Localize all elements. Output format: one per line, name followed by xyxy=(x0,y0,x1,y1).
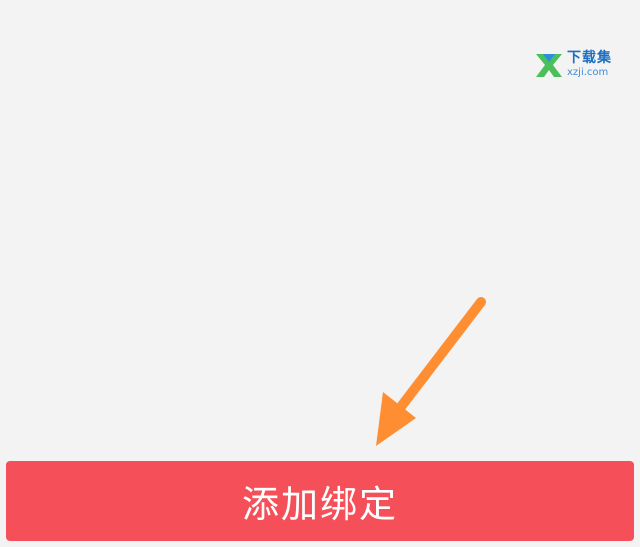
add-binding-button[interactable]: 添加绑定 xyxy=(6,461,634,541)
watermark-title: 下载集 xyxy=(567,50,612,66)
watermark-url: xzji.com xyxy=(567,67,609,78)
pointing-arrow-icon xyxy=(376,297,486,446)
xzji-logo-icon xyxy=(536,54,562,77)
watermark: 下载集 xzji.com xyxy=(534,50,618,82)
